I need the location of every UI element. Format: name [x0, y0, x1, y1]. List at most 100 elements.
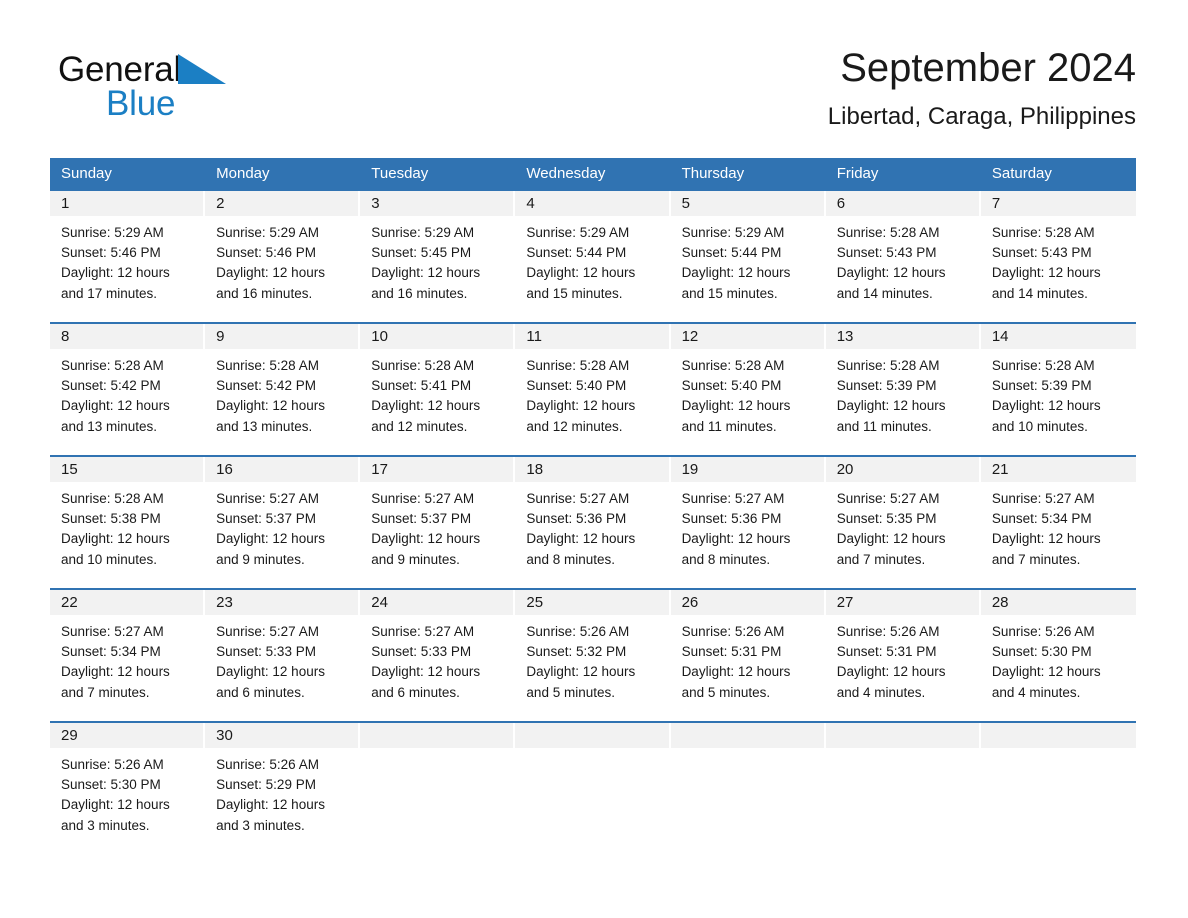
sunrise-text: Sunrise: 5:28 AM: [216, 358, 319, 373]
day-number-band: 8: [50, 324, 204, 349]
day-number-band: 28: [980, 590, 1136, 615]
sunset-text: Sunset: 5:39 PM: [836, 378, 937, 394]
day-details: Sunrise: 5:29 AM Sunset: 5:44 PM Dayligh…: [671, 216, 826, 304]
weekday-header-row: Sunday Monday Tuesday Wednesday Thursday…: [50, 158, 1136, 189]
day-cell[interactable]: 26 Sunrise: 5:26 AM Sunset: 5:31 PM Dayl…: [670, 590, 826, 721]
sunrise-text: Sunrise: 5:29 AM: [371, 225, 475, 240]
daylight-text-line2: and 4 minutes.: [991, 684, 1081, 700]
day-cell[interactable]: 25 Sunrise: 5:26 AM Sunset: 5:32 PM Dayl…: [515, 590, 671, 721]
day-number: 20: [836, 461, 854, 478]
weekday-header-sunday: Sunday: [61, 165, 112, 182]
day-number-band: 19: [670, 457, 824, 482]
daylight-text-line2: and 14 minutes.: [991, 285, 1088, 301]
sunset-text: Sunset: 5:44 PM: [681, 245, 782, 261]
day-cell[interactable]: 18 Sunrise: 5:27 AM Sunset: 5:36 PM Dayl…: [515, 457, 671, 588]
day-details: Sunrise: 5:27 AM Sunset: 5:34 PM Dayligh…: [981, 482, 1136, 570]
day-number-band: 13: [825, 324, 979, 349]
day-cell[interactable]: 6 Sunrise: 5:28 AM Sunset: 5:43 PM Dayli…: [825, 191, 981, 322]
sunset-text: Sunset: 5:30 PM: [991, 644, 1092, 660]
day-details: Sunrise: 5:27 AM Sunset: 5:34 PM Dayligh…: [50, 615, 205, 703]
day-cell[interactable]: 14 Sunrise: 5:28 AM Sunset: 5:39 PM Dayl…: [980, 324, 1136, 455]
day-cell[interactable]: 3 Sunrise: 5:29 AM Sunset: 5:45 PM Dayli…: [360, 191, 516, 322]
day-details: Sunrise: 5:28 AM Sunset: 5:39 PM Dayligh…: [981, 349, 1136, 437]
daylight-text-line1: Daylight: 12 hours: [371, 398, 481, 414]
day-number: 15: [61, 461, 78, 478]
day-cell[interactable]: 16 Sunrise: 5:27 AM Sunset: 5:37 PM Dayl…: [205, 457, 361, 588]
day-number-band: 17: [360, 457, 514, 482]
daylight-text-line2: and 6 minutes.: [216, 684, 305, 700]
weekday-header-tuesday: Tuesday: [371, 165, 429, 182]
calendar-table: Sunday Monday Tuesday Wednesday Thursday…: [50, 158, 1136, 847]
daylight-text-line2: and 10 minutes.: [61, 551, 158, 567]
day-cell[interactable]: 12 Sunrise: 5:28 AM Sunset: 5:40 PM Dayl…: [670, 324, 826, 455]
day-number: 17: [371, 461, 388, 478]
day-cell[interactable]: 5 Sunrise: 5:29 AM Sunset: 5:44 PM Dayli…: [670, 191, 826, 322]
day-details: Sunrise: 5:27 AM Sunset: 5:33 PM Dayligh…: [360, 615, 515, 703]
day-cell[interactable]: 27 Sunrise: 5:26 AM Sunset: 5:31 PM Dayl…: [825, 590, 981, 721]
brand-logo[interactable]: General Blue: [58, 50, 318, 128]
daylight-text-line2: and 7 minutes.: [836, 551, 926, 567]
day-cell[interactable]: 7 Sunrise: 5:28 AM Sunset: 5:43 PM Dayli…: [980, 191, 1136, 322]
day-cell[interactable]: 2 Sunrise: 5:29 AM Sunset: 5:46 PM Dayli…: [205, 191, 361, 322]
day-cell[interactable]: 15 Sunrise: 5:28 AM Sunset: 5:38 PM Dayl…: [50, 457, 206, 588]
daylight-text-line1: Daylight: 12 hours: [61, 797, 170, 813]
day-number: 1: [61, 195, 70, 212]
day-cell[interactable]: 21 Sunrise: 5:27 AM Sunset: 5:34 PM Dayl…: [980, 457, 1136, 588]
day-cell[interactable]: 11 Sunrise: 5:28 AM Sunset: 5:40 PM Dayl…: [515, 324, 671, 455]
day-details: Sunrise: 5:28 AM Sunset: 5:38 PM Dayligh…: [50, 482, 205, 570]
day-number-band: 2: [205, 191, 359, 216]
day-cell-empty: [825, 723, 981, 847]
day-cell-empty: [515, 723, 671, 847]
sunset-text: Sunset: 5:39 PM: [991, 378, 1092, 394]
sunrise-text: Sunrise: 5:27 AM: [991, 491, 1095, 506]
daylight-text-line2: and 11 minutes.: [681, 418, 777, 434]
day-cell-empty: [670, 723, 826, 847]
day-cell[interactable]: 9 Sunrise: 5:28 AM Sunset: 5:42 PM Dayli…: [205, 324, 361, 455]
day-number-band: 12: [670, 324, 824, 349]
day-number: 19: [681, 461, 699, 478]
day-number: 25: [526, 594, 544, 611]
day-number: 7: [991, 195, 1001, 212]
day-cell[interactable]: 19 Sunrise: 5:27 AM Sunset: 5:36 PM Dayl…: [670, 457, 826, 588]
day-cell[interactable]: 23 Sunrise: 5:27 AM Sunset: 5:33 PM Dayl…: [205, 590, 361, 721]
sunrise-text: Sunrise: 5:26 AM: [836, 624, 940, 639]
calendar-week-row: 15 Sunrise: 5:28 AM Sunset: 5:38 PM Dayl…: [50, 455, 1136, 588]
day-details: Sunrise: 5:26 AM Sunset: 5:31 PM Dayligh…: [671, 615, 826, 703]
daylight-text-line1: Daylight: 12 hours: [991, 398, 1101, 414]
daylight-text-line2: and 13 minutes.: [61, 418, 158, 434]
day-cell[interactable]: 13 Sunrise: 5:28 AM Sunset: 5:39 PM Dayl…: [825, 324, 981, 455]
day-details: Sunrise: 5:26 AM Sunset: 5:31 PM Dayligh…: [826, 615, 981, 703]
day-cell[interactable]: 22 Sunrise: 5:27 AM Sunset: 5:34 PM Dayl…: [50, 590, 206, 721]
sunset-text: Sunset: 5:40 PM: [681, 378, 782, 394]
day-number: 10: [371, 328, 388, 345]
day-details: Sunrise: 5:28 AM Sunset: 5:41 PM Dayligh…: [360, 349, 515, 437]
sunset-text: Sunset: 5:41 PM: [371, 378, 472, 394]
daylight-text-line1: Daylight: 12 hours: [681, 664, 791, 680]
sunset-text: Sunset: 5:33 PM: [371, 644, 472, 660]
sunset-text: Sunset: 5:32 PM: [526, 644, 627, 660]
day-number-band: 21: [980, 457, 1136, 482]
day-cell[interactable]: 17 Sunrise: 5:27 AM Sunset: 5:37 PM Dayl…: [360, 457, 516, 588]
sunset-text: Sunset: 5:45 PM: [371, 245, 472, 261]
day-number-band: 10: [360, 324, 514, 349]
day-number-band: 18: [515, 457, 669, 482]
daylight-text-line2: and 16 minutes.: [371, 285, 468, 301]
sunset-text: Sunset: 5:34 PM: [61, 644, 161, 660]
day-cell[interactable]: 24 Sunrise: 5:27 AM Sunset: 5:33 PM Dayl…: [360, 590, 516, 721]
day-cell[interactable]: 20 Sunrise: 5:27 AM Sunset: 5:35 PM Dayl…: [825, 457, 981, 588]
sunrise-text: Sunrise: 5:27 AM: [61, 624, 164, 639]
day-cell[interactable]: 8 Sunrise: 5:28 AM Sunset: 5:42 PM Dayli…: [50, 324, 206, 455]
day-cell[interactable]: 4 Sunrise: 5:29 AM Sunset: 5:44 PM Dayli…: [515, 191, 671, 322]
day-details: Sunrise: 5:29 AM Sunset: 5:44 PM Dayligh…: [515, 216, 670, 304]
day-cell[interactable]: 1 Sunrise: 5:29 AM Sunset: 5:46 PM Dayli…: [50, 191, 206, 322]
daylight-text-line1: Daylight: 12 hours: [216, 265, 325, 281]
sunset-text: Sunset: 5:29 PM: [216, 777, 316, 793]
daylight-text-line1: Daylight: 12 hours: [216, 398, 325, 414]
day-cell[interactable]: 29 Sunrise: 5:26 AM Sunset: 5:30 PM Dayl…: [50, 723, 206, 847]
day-cell[interactable]: 28 Sunrise: 5:26 AM Sunset: 5:30 PM Dayl…: [980, 590, 1136, 721]
day-cell[interactable]: 30 Sunrise: 5:26 AM Sunset: 5:29 PM Dayl…: [205, 723, 361, 847]
sunrise-text: Sunrise: 5:27 AM: [216, 491, 319, 506]
day-details: Sunrise: 5:28 AM Sunset: 5:43 PM Dayligh…: [826, 216, 981, 304]
day-details: Sunrise: 5:28 AM Sunset: 5:43 PM Dayligh…: [981, 216, 1136, 304]
day-cell[interactable]: 10 Sunrise: 5:28 AM Sunset: 5:41 PM Dayl…: [360, 324, 516, 455]
